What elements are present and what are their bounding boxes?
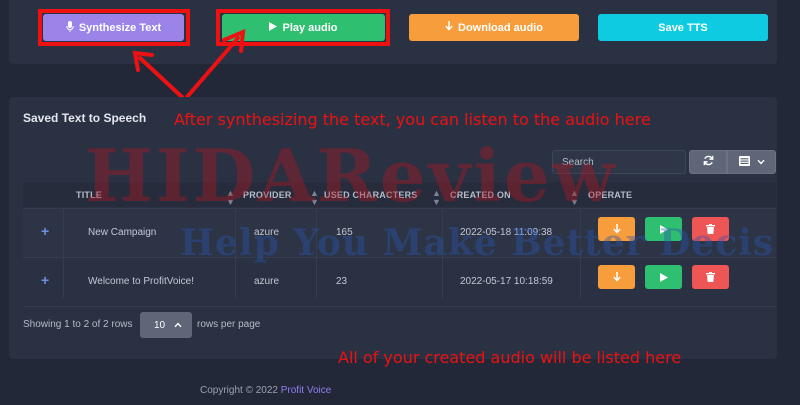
- sort-icon: ▲ ▼: [570, 188, 579, 207]
- profit-voice-link[interactable]: Profit Voice: [281, 385, 332, 396]
- play-icon: [659, 270, 668, 285]
- sort-icon: ▲ ▼: [432, 188, 441, 207]
- play-icon: [659, 222, 668, 237]
- annotation-listen-note: After synthesizing the text, you can lis…: [174, 110, 651, 129]
- column-header-title[interactable]: TITLE: [76, 190, 102, 200]
- refresh-button[interactable]: [689, 150, 727, 174]
- column-divider: [580, 208, 581, 298]
- row-play-button[interactable]: [645, 217, 682, 241]
- column-header-created-on[interactable]: CREATED ON: [450, 190, 511, 200]
- annotation-list-note: All of your created audio will be listed…: [338, 348, 682, 367]
- trash-icon: [706, 222, 715, 237]
- column-header-operate: OPERATE: [588, 190, 633, 200]
- sort-icon: ▲ ▼: [226, 188, 235, 207]
- copyright: Copyright © 2022 Profit Voice: [200, 385, 331, 396]
- page-size-select[interactable]: 10: [140, 312, 192, 338]
- rows-per-page-label: rows per page: [197, 319, 261, 330]
- column-header-provider[interactable]: PROVIDER: [243, 190, 292, 200]
- chevron-down-icon: [756, 156, 765, 168]
- row-used-characters: 165: [336, 227, 353, 238]
- column-divider: [63, 208, 64, 298]
- list-icon: [738, 155, 750, 169]
- saved-tts-title: Saved Text to Speech: [23, 111, 147, 125]
- column-divider: [442, 208, 443, 298]
- copyright-text: Copyright © 2022: [200, 385, 278, 396]
- chevron-up-icon: [174, 320, 182, 331]
- row-created-on: 2022-05-17 10:18:59: [460, 276, 553, 287]
- row-title: Welcome to ProfitVoice!: [88, 276, 194, 287]
- row-download-button[interactable]: [598, 265, 635, 289]
- sort-icon: ▲ ▼: [310, 188, 319, 207]
- columns-toggle-button[interactable]: [727, 150, 776, 174]
- refresh-icon: [703, 155, 714, 169]
- trash-icon: [706, 270, 715, 285]
- row-play-button[interactable]: [645, 265, 682, 289]
- row-download-button[interactable]: [598, 217, 635, 241]
- row-provider: azure: [254, 276, 280, 287]
- page-size-value: 10: [154, 319, 166, 331]
- pagination-info: Showing 1 to 2 of 2 rows: [23, 319, 133, 330]
- expand-row-button[interactable]: +: [41, 272, 49, 288]
- column-header-used-characters[interactable]: USED CHARACTERS: [324, 190, 418, 200]
- arrow-down-icon: [612, 270, 621, 285]
- arrow-down-icon: [612, 222, 621, 237]
- row-provider: azure: [254, 227, 280, 238]
- row-used-characters: 23: [336, 276, 348, 287]
- row-delete-button[interactable]: [692, 217, 729, 241]
- row-delete-button[interactable]: [692, 265, 729, 289]
- column-divider: [235, 208, 236, 298]
- row-title: New Campaign: [88, 227, 157, 238]
- expand-row-button[interactable]: +: [41, 223, 49, 239]
- search-input[interactable]: [552, 150, 686, 174]
- column-divider: [316, 208, 317, 298]
- row-created-on: 2022-05-18 11:09:38: [460, 227, 553, 238]
